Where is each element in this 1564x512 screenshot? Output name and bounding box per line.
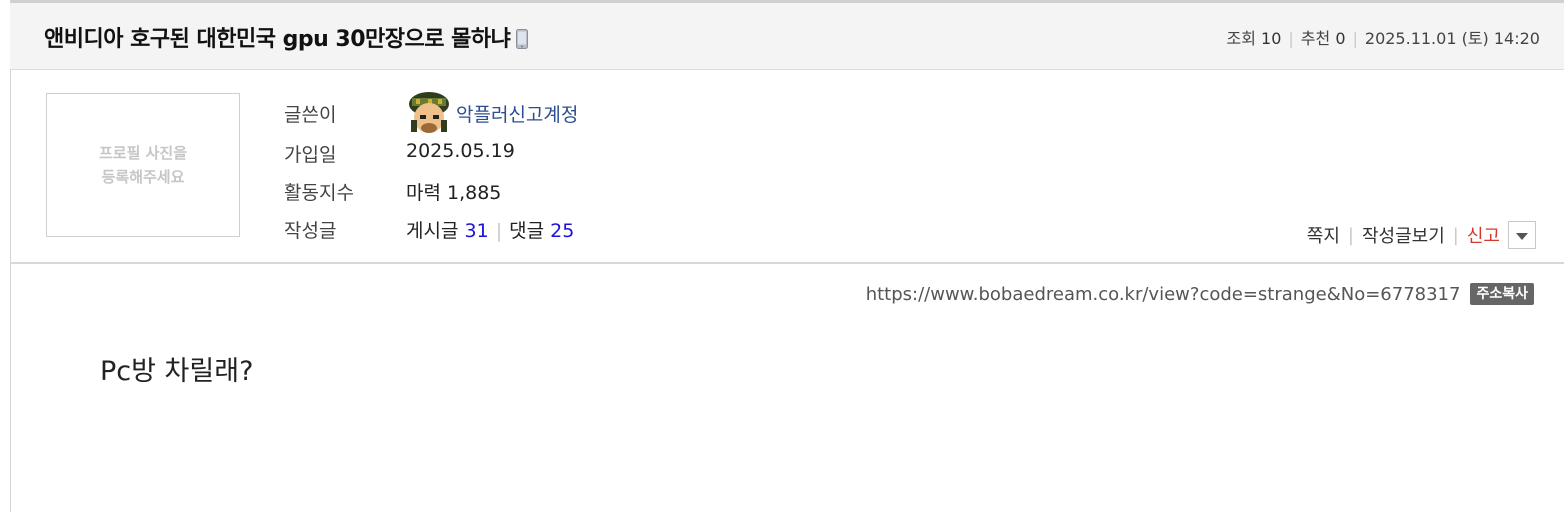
post-meta: 조회 10 | 추천 0 | 2025.11.01 (토) 14:20 [1226,25,1540,49]
author-profile: 프로필 사진을 등록해주세요 글쓴이 악플러신고계정 가입일 2025.05.1… [10,70,1564,264]
joined-date: 2025.05.19 [406,140,515,162]
comments-count[interactable]: 25 [550,220,574,242]
author-label: 글쓴이 [284,104,337,126]
posts-label: 작성글 [284,220,337,242]
meta-divider: | [1352,29,1358,48]
chevron-down-icon[interactable] [1508,221,1536,249]
photo-placeholder-line1: 프로필 사진을 [98,144,188,162]
recommend-count: 0 [1335,29,1346,48]
message-link[interactable]: 쪽지 [1307,222,1340,248]
recommend-label: 추천 [1300,29,1331,48]
view-posts-link[interactable]: 작성글보기 [1362,222,1445,248]
articles-label: 게시글 [406,220,459,242]
author-nickname[interactable]: 악플러신고계정 [456,100,578,127]
joined-label: 가입일 [284,144,337,166]
copy-url-button[interactable]: 주소복사 [1470,283,1534,305]
views-label: 조회 [1226,29,1256,48]
post-counts: 게시글 31 | 댓글 25 [406,216,574,243]
post-content: Pc방 차릴래? [100,356,254,387]
action-divider: | [1452,224,1459,246]
count-divider: | [495,220,503,242]
meta-divider: | [1288,29,1294,48]
articles-count[interactable]: 31 [465,220,489,242]
report-link[interactable]: 신고 [1467,222,1500,248]
activity-label: 활동지수 [284,182,354,204]
post-title: 앤비디아 호구된 대한민국 gpu 30만장으로 몰하냐 [44,21,529,53]
post-header: 앤비디아 호구된 대한민국 gpu 30만장으로 몰하냐 조회 10 | 추천 0 |… [10,3,1564,70]
views-count: 10 [1261,29,1282,48]
post-url: https://www.bobaedream.co.kr/view?code=s… [865,283,1461,305]
comments-label: 댓글 [509,220,545,242]
mobile-phone-icon [516,29,529,49]
user-avatar-icon[interactable] [406,90,452,136]
profile-photo-placeholder: 프로필 사진을 등록해주세요 [46,93,240,237]
author-actions: 쪽지 | 작성글보기 | 신고 [1307,221,1536,249]
post-datetime: 2025.11.01 (토) 14:20 [1364,29,1540,48]
action-divider: | [1347,224,1354,246]
post-title-text: 앤비디아 호구된 대한민국 gpu 30만장으로 몰하냐 [44,27,511,52]
post-url-row: https://www.bobaedream.co.kr/view?code=s… [866,283,1534,305]
activity-value: 마력 1,885 [406,182,502,204]
photo-placeholder-line2: 등록해주세요 [101,168,185,186]
